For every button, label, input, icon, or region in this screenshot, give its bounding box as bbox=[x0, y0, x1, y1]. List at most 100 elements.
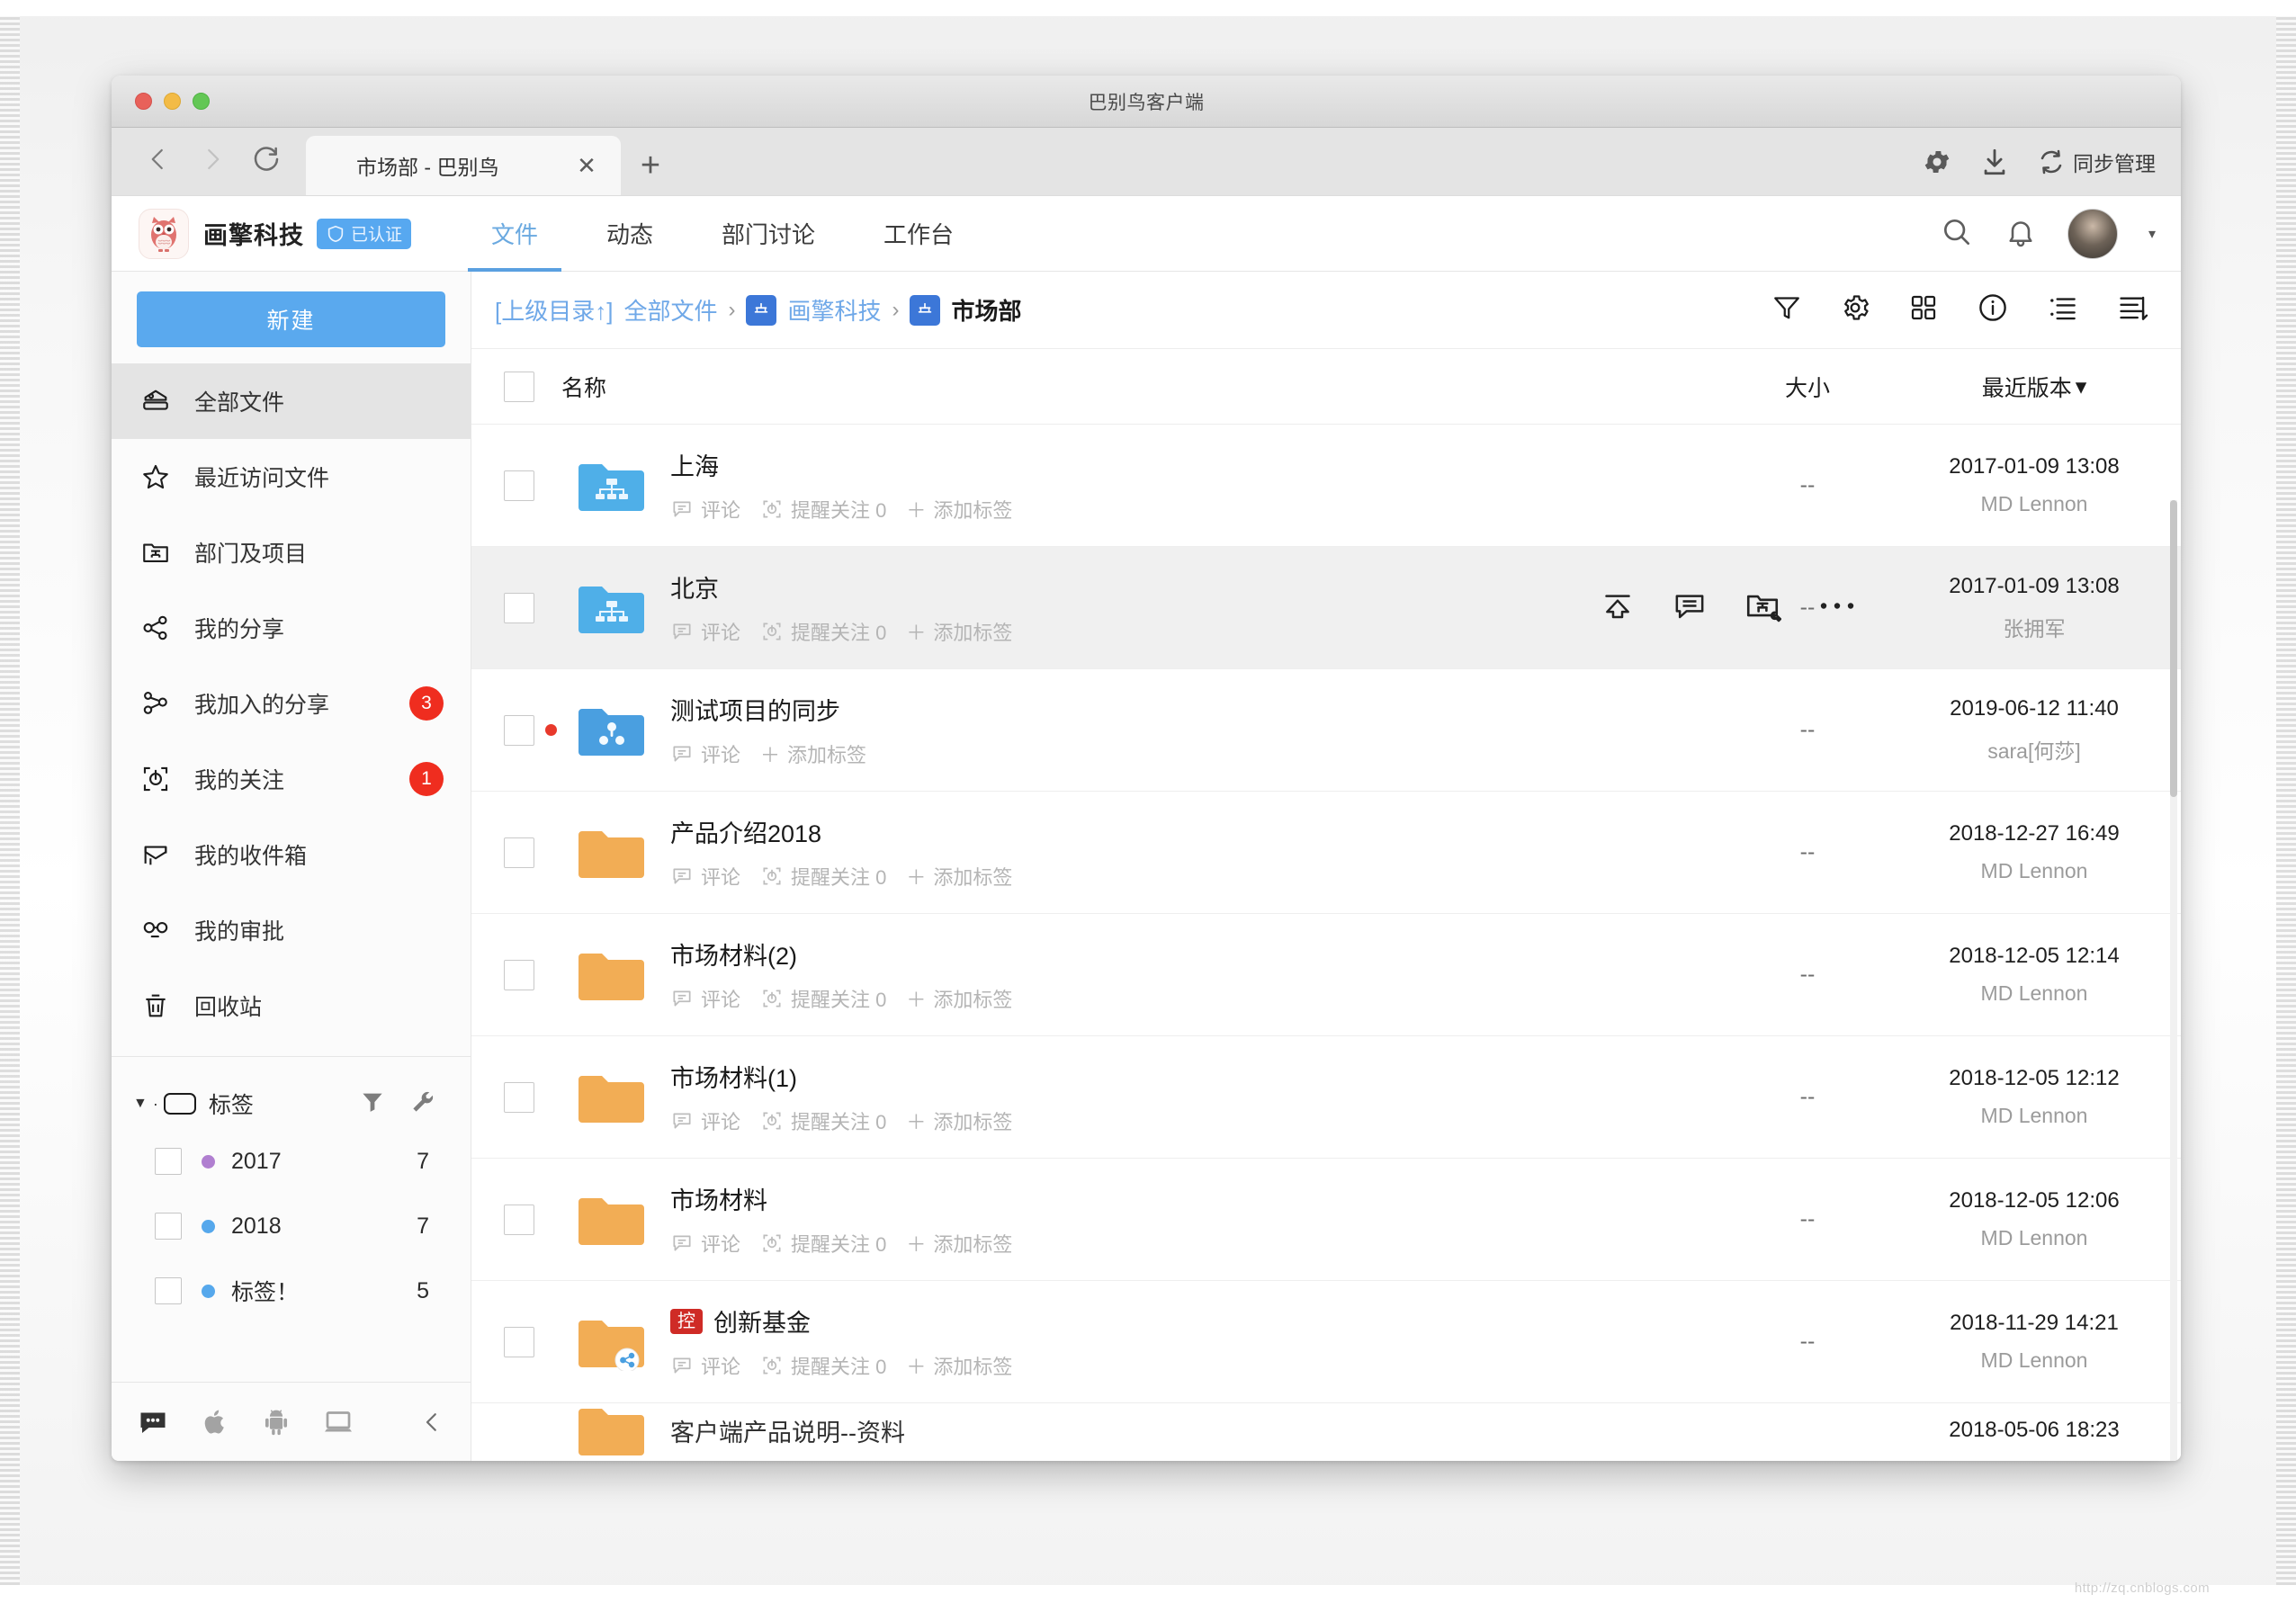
new-button[interactable]: 新建 bbox=[137, 291, 445, 347]
browser-tab[interactable]: 市场部 - 巴别鸟 ✕ bbox=[306, 136, 621, 195]
table-row[interactable]: 市场材料(2) 评论 提醒关注 0 ＋ 添加标签 -- 2018-12-05 1… bbox=[471, 914, 2181, 1036]
sidebar-item-all-files[interactable]: 全部文件 bbox=[112, 363, 471, 439]
breadcrumb-parent-link[interactable]: [上级目录↑] bbox=[495, 293, 613, 327]
sidebar-item-departments-projects[interactable]: 部门及项目 bbox=[112, 515, 471, 590]
follow-action[interactable]: 提醒关注 0 bbox=[760, 1351, 886, 1380]
comment-action[interactable]: 评论 bbox=[670, 617, 740, 646]
add-tag-action[interactable]: ＋ 添加标签 bbox=[906, 1229, 1012, 1258]
tag-checkbox[interactable] bbox=[155, 1148, 182, 1175]
sidebar-item-trash[interactable]: 回收站 bbox=[112, 968, 471, 1043]
close-icon[interactable]: ✕ bbox=[570, 152, 603, 180]
search-icon[interactable] bbox=[1940, 215, 1974, 254]
info-icon[interactable] bbox=[1976, 291, 2010, 329]
column-header-size[interactable]: 大小 bbox=[1704, 371, 1911, 403]
follow-action[interactable]: 提醒关注 0 bbox=[760, 984, 886, 1013]
scrollbar-thumb[interactable] bbox=[2170, 500, 2177, 797]
comment-action[interactable]: 评论 bbox=[670, 495, 740, 524]
breadcrumb-item-org[interactable]: 画擎科技 bbox=[746, 293, 881, 327]
add-tag-action[interactable]: ＋ 添加标签 bbox=[906, 617, 1012, 646]
file-name[interactable]: 控 创新基金 bbox=[670, 1303, 1704, 1339]
follow-action[interactable]: 提醒关注 0 bbox=[760, 862, 886, 891]
gear-icon[interactable] bbox=[1922, 147, 1952, 177]
android-icon[interactable] bbox=[261, 1407, 291, 1437]
forward-button[interactable] bbox=[185, 132, 239, 186]
tag-checkbox[interactable] bbox=[155, 1213, 182, 1240]
brand[interactable]: 画擎科技 已认证 bbox=[112, 208, 435, 259]
chevron-down-icon[interactable]: ▾ bbox=[2148, 225, 2156, 243]
new-tab-button[interactable]: + bbox=[621, 136, 680, 195]
grid-view-icon[interactable] bbox=[1907, 291, 1940, 328]
more-icon[interactable] bbox=[1817, 596, 1857, 619]
add-tag-action[interactable]: ＋ 添加标签 bbox=[906, 1351, 1012, 1380]
apple-icon[interactable] bbox=[200, 1407, 230, 1437]
table-row[interactable]: 市场材料 评论 提醒关注 0 ＋ 添加标签 -- 2018-12-05 12:0… bbox=[471, 1159, 2181, 1281]
comment-action[interactable]: 评论 bbox=[670, 1351, 740, 1380]
chevron-down-icon[interactable]: ▼ bbox=[133, 1096, 148, 1112]
file-name[interactable]: 上海 bbox=[670, 447, 1704, 482]
comment-icon[interactable] bbox=[1672, 587, 1708, 628]
sidebar-item-recent-files[interactable]: 最近访问文件 bbox=[112, 439, 471, 515]
gear-icon[interactable] bbox=[1839, 291, 1871, 328]
sidebar-item-my-focus[interactable]: 我的关注 1 bbox=[112, 741, 471, 817]
sidebar-item-my-approvals[interactable]: 我的审批 bbox=[112, 892, 471, 968]
tab-activity[interactable]: 动态 bbox=[572, 196, 687, 272]
filter-icon[interactable] bbox=[1771, 291, 1803, 328]
folder-settings-icon[interactable] bbox=[1744, 587, 1782, 629]
table-row[interactable]: 产品介绍2018 评论 提醒关注 0 ＋ 添加标签 -- 2018-12-27 … bbox=[471, 792, 2181, 914]
tag-row[interactable]: 标签！ 5 bbox=[112, 1258, 471, 1323]
row-checkbox[interactable] bbox=[504, 1204, 534, 1235]
list-view-icon[interactable] bbox=[2046, 291, 2080, 329]
comment-action[interactable]: 评论 bbox=[670, 1106, 740, 1135]
follow-action[interactable]: 提醒关注 0 bbox=[760, 617, 886, 646]
row-checkbox[interactable] bbox=[504, 837, 534, 868]
file-name[interactable]: 北京 bbox=[670, 569, 1704, 604]
add-tag-action[interactable]: ＋ 添加标签 bbox=[906, 862, 1012, 891]
add-tag-action[interactable]: ＋ 添加标签 bbox=[906, 1106, 1012, 1135]
follow-action[interactable]: 提醒关注 0 bbox=[760, 1229, 886, 1258]
chat-bubble-icon[interactable] bbox=[137, 1406, 169, 1438]
breadcrumb-root[interactable]: 全部文件 bbox=[623, 293, 717, 327]
tab-files[interactable]: 文件 bbox=[457, 196, 572, 272]
file-name[interactable]: 市场材料(1) bbox=[670, 1059, 1704, 1094]
comment-action[interactable]: 评论 bbox=[670, 862, 740, 891]
collapse-icon[interactable] bbox=[418, 1409, 445, 1436]
column-header-version[interactable]: 最近版本 ▾ bbox=[1911, 371, 2181, 403]
tag-row[interactable]: 2018 7 bbox=[112, 1194, 471, 1258]
download-icon[interactable] bbox=[1979, 147, 2010, 177]
table-row[interactable]: 北京 评论 提醒关注 0 ＋ 添加标签 -- 2017-01-09 13:08 … bbox=[471, 547, 2181, 669]
row-checkbox[interactable] bbox=[504, 592, 534, 623]
sync-management-button[interactable]: 同步管理 bbox=[2037, 147, 2156, 177]
avatar[interactable] bbox=[2067, 209, 2118, 259]
sidebar-item-joined-shares[interactable]: 我加入的分享 3 bbox=[112, 666, 471, 741]
tags-header[interactable]: ▼ · 标签 bbox=[112, 1079, 471, 1129]
follow-action[interactable]: 提醒关注 0 bbox=[760, 1106, 886, 1135]
sidebar-item-inbox[interactable]: 我的收件箱 bbox=[112, 817, 471, 892]
reload-button[interactable] bbox=[239, 132, 293, 186]
add-tag-action[interactable]: ＋ 添加标签 bbox=[760, 739, 866, 768]
row-checkbox[interactable] bbox=[504, 959, 534, 990]
comment-action[interactable]: 评论 bbox=[670, 739, 740, 768]
add-tag-action[interactable]: ＋ 添加标签 bbox=[906, 984, 1012, 1013]
file-name[interactable]: 市场材料 bbox=[670, 1181, 1704, 1216]
table-row[interactable]: 测试项目的同步 评论 ＋ 添加标签 -- 2019-06-12 11:40 sa… bbox=[471, 669, 2181, 792]
upload-icon[interactable] bbox=[1600, 587, 1636, 628]
row-checkbox[interactable] bbox=[504, 714, 534, 746]
tag-row[interactable]: 2017 7 bbox=[112, 1129, 471, 1194]
comment-action[interactable]: 评论 bbox=[670, 1229, 740, 1258]
row-checkbox[interactable] bbox=[504, 470, 534, 501]
tag-checkbox[interactable] bbox=[155, 1277, 182, 1304]
sidebar-item-my-shares[interactable]: 我的分享 bbox=[112, 590, 471, 666]
file-name[interactable]: 产品介绍2018 bbox=[670, 814, 1704, 849]
tab-workbench[interactable]: 工作台 bbox=[849, 196, 988, 272]
row-checkbox[interactable] bbox=[504, 1326, 534, 1357]
desktop-icon[interactable] bbox=[322, 1406, 354, 1438]
file-name[interactable]: 市场材料(2) bbox=[670, 936, 1704, 972]
table-row[interactable]: 市场材料(1) 评论 提醒关注 0 ＋ 添加标签 -- 2018-12-05 1… bbox=[471, 1036, 2181, 1159]
file-name[interactable]: 客户端产品说明--资料 bbox=[670, 1413, 1704, 1448]
bell-icon[interactable] bbox=[2005, 216, 2037, 253]
filter-icon[interactable] bbox=[359, 1088, 386, 1120]
file-name[interactable]: 测试项目的同步 bbox=[670, 692, 1704, 727]
table-row[interactable]: 上海 评论 提醒关注 0 ＋ 添加标签 -- 2017-01-09 13:08 … bbox=[471, 425, 2181, 547]
tab-department-discussion[interactable]: 部门讨论 bbox=[687, 196, 849, 272]
table-row[interactable]: 客户端产品说明--资料 2018-05-06 18:23 bbox=[471, 1403, 2181, 1457]
